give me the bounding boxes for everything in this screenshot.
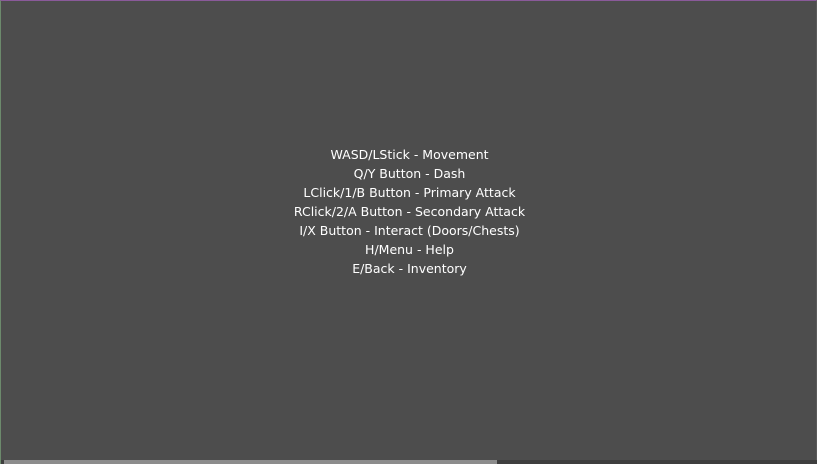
help-line-help: H/Menu - Help [365, 242, 454, 257]
help-line-interact: I/X Button - Interact (Doors/Chests) [299, 223, 520, 238]
help-line-inventory: E/Back - Inventory [352, 261, 467, 276]
help-line-primary-attack: LClick/1/B Button - Primary Attack [303, 185, 516, 200]
help-line-dash: Q/Y Button - Dash [353, 166, 466, 181]
help-line-secondary-attack: RClick/2/A Button - Secondary Attack [293, 204, 526, 219]
help-line-movement: WASD/LStick - Movement [330, 147, 489, 162]
scrollbar-thumb[interactable] [4, 460, 497, 464]
controls-help-panel: WASD/LStick - Movement Q/Y Button - Dash… [1, 145, 817, 278]
horizontal-scrollbar[interactable] [1, 460, 817, 464]
game-screen: WASD/LStick - Movement Q/Y Button - Dash… [0, 0, 817, 464]
